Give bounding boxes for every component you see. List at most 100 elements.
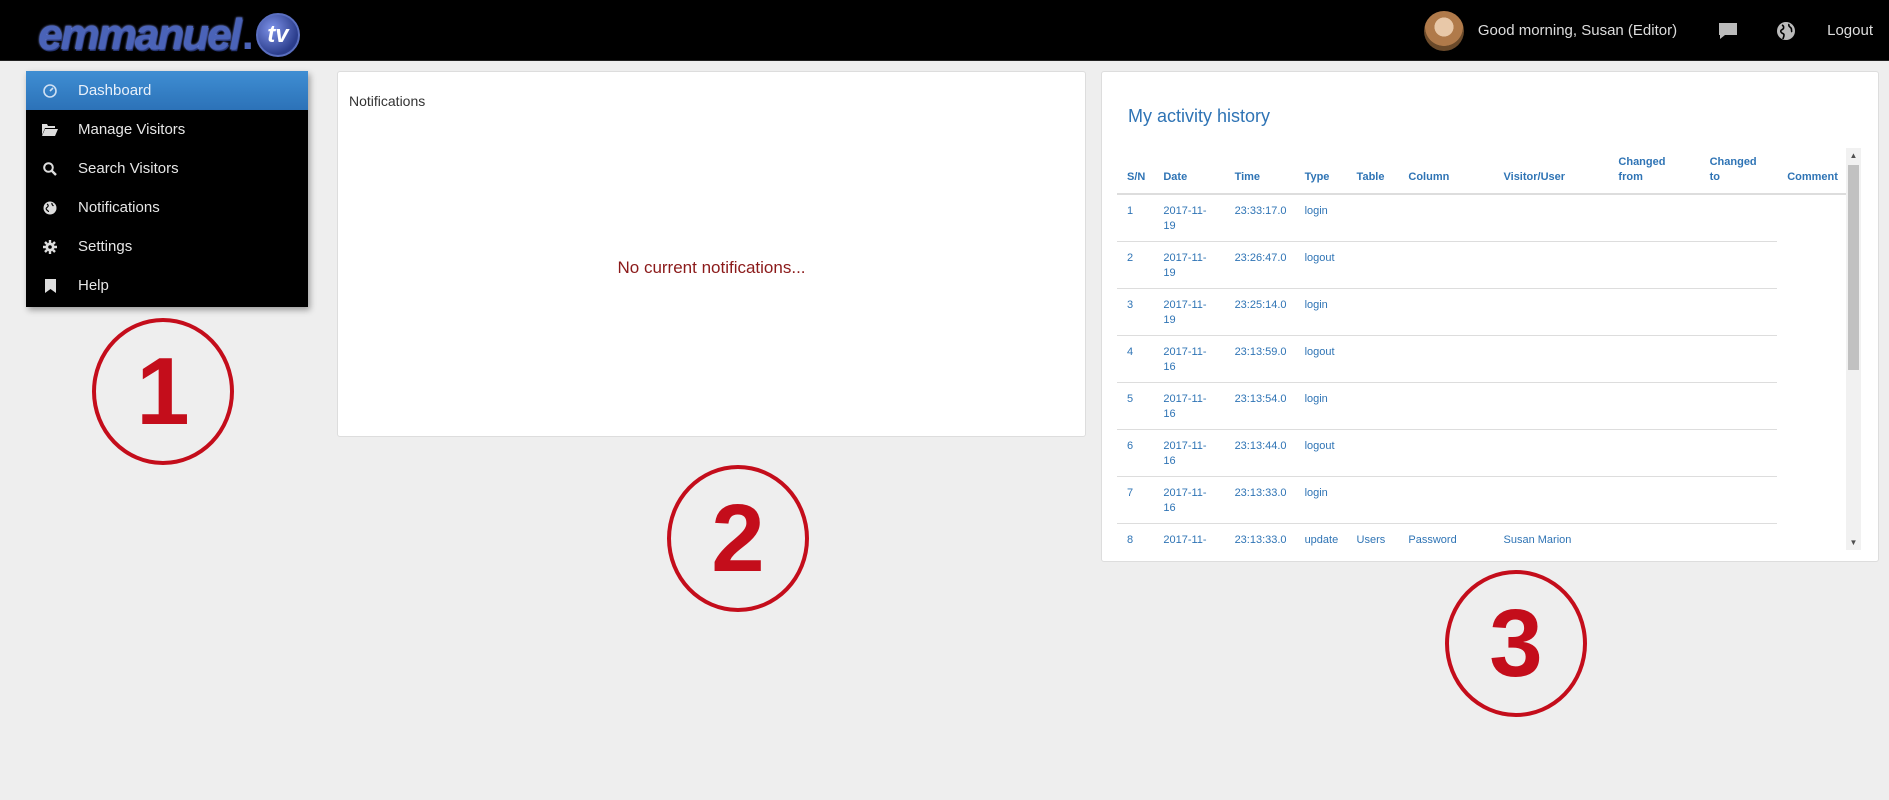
table-cell: logout xyxy=(1294,335,1347,383)
column-header[interactable]: Changed to xyxy=(1699,148,1778,195)
sidebar: Dashboard Manage Visitors Search Visitor… xyxy=(26,71,308,307)
table-cell xyxy=(1777,288,1846,335)
table-cell: 23:33:17.0 xyxy=(1224,194,1295,242)
sidebar-item-label: Search Visitors xyxy=(78,160,179,177)
table-cell xyxy=(1608,194,1700,242)
brand-logo[interactable]: emmanuel . tv xyxy=(38,10,300,59)
activity-table-container[interactable]: S/N Date Time Type Table Column Visitor/User Ch… xyxy=(1117,148,1861,550)
gear-icon xyxy=(42,239,58,255)
table-row[interactable]: 8 2017-11- 23:13:33.0 update Users Password Su… xyxy=(1117,523,1846,550)
table-cell: update xyxy=(1304,533,1339,546)
table-header-row: S/N Date Time Type Table Column Visitor/User Ch… xyxy=(1117,148,1846,195)
table-cell xyxy=(1398,476,1494,524)
sidebar-item-manage-visitors[interactable]: Manage Visitors xyxy=(26,110,308,149)
table-cell xyxy=(1398,241,1494,289)
globe-icon[interactable] xyxy=(1775,20,1797,42)
table-cell: 23:13:59.0 xyxy=(1224,335,1295,383)
scroll-up-icon[interactable]: ▲ xyxy=(1846,148,1861,163)
table-cell xyxy=(1346,476,1399,524)
table-cell: 2017-11-16 xyxy=(1153,429,1225,477)
annotation-circle-3: 3 xyxy=(1445,570,1587,717)
column-header[interactable]: Visitor/User xyxy=(1493,148,1609,195)
table-cell: 2017-11-19 xyxy=(1153,194,1225,242)
table-cell xyxy=(1398,382,1494,430)
table-cell xyxy=(1398,429,1494,477)
column-header[interactable]: Changed from xyxy=(1608,148,1700,195)
table-row[interactable]: 5 2017-11-16 23:13:54.0 login xyxy=(1117,382,1846,430)
avatar[interactable] xyxy=(1423,10,1464,51)
scrollbar-thumb[interactable] xyxy=(1848,165,1859,370)
notifications-empty-message: No current notifications... xyxy=(617,258,806,277)
column-header[interactable]: Date xyxy=(1153,148,1225,195)
search-icon xyxy=(42,161,58,177)
table-cell: 2017-11-19 xyxy=(1153,241,1225,289)
sidebar-item-label: Help xyxy=(78,277,109,294)
sidebar-item-help[interactable]: Help xyxy=(26,266,308,305)
table-cell: login xyxy=(1294,288,1347,336)
table-row[interactable]: 7 2017-11-16 23:13:33.0 login xyxy=(1117,476,1846,524)
column-header[interactable]: Type xyxy=(1294,148,1347,195)
table-cell xyxy=(1700,523,1778,550)
table-cell: Users xyxy=(1356,533,1386,546)
sidebar-item-search-visitors[interactable]: Search Visitors xyxy=(26,149,308,188)
column-header[interactable]: Time xyxy=(1224,148,1295,195)
table-cell: 3 xyxy=(1117,288,1154,336)
table-cell xyxy=(1777,382,1846,429)
table-cell: 5 xyxy=(1117,382,1154,430)
column-header[interactable]: Table xyxy=(1346,148,1399,195)
table-cell xyxy=(1346,194,1399,242)
sidebar-item-label: Manage Visitors xyxy=(78,121,186,138)
table-row[interactable]: 2 2017-11-19 23:26:47.0 logout xyxy=(1117,241,1846,289)
table-cell: 6 xyxy=(1117,429,1154,477)
table-cell xyxy=(1777,241,1846,288)
table-cell: 2017-11-16 xyxy=(1153,382,1225,430)
table-cell xyxy=(1608,335,1700,383)
chat-icon[interactable] xyxy=(1717,20,1739,42)
column-header[interactable]: S/N xyxy=(1117,148,1154,195)
table-cell xyxy=(1493,335,1609,383)
column-header[interactable]: Column xyxy=(1398,148,1494,195)
folder-open-icon xyxy=(42,122,58,138)
table-cell xyxy=(1346,382,1399,430)
table-row[interactable]: 1 2017-11-19 23:33:17.0 login xyxy=(1117,194,1846,242)
table-cell xyxy=(1699,194,1778,242)
table-row[interactable]: 6 2017-11-16 23:13:44.0 logout xyxy=(1117,429,1846,477)
table-row[interactable]: 3 2017-11-19 23:25:14.0 login xyxy=(1117,288,1846,336)
table-cell: 23:13:54.0 xyxy=(1224,382,1295,430)
table-row[interactable]: 4 2017-11-16 23:13:59.0 logout xyxy=(1117,335,1846,383)
table-cell: 1 xyxy=(1117,194,1154,242)
table-cell: 2017-11- xyxy=(1163,533,1207,546)
table-cell: 7 xyxy=(1117,476,1154,524)
table-cell xyxy=(1346,241,1399,289)
table-cell: 2 xyxy=(1117,241,1154,289)
table-cell xyxy=(1777,523,1846,550)
annotation-circle-2: 2 xyxy=(667,465,809,612)
table-scrollbar[interactable]: ▲ ▼ xyxy=(1846,148,1861,550)
table-cell xyxy=(1493,194,1609,242)
scroll-down-icon[interactable]: ▼ xyxy=(1846,535,1861,550)
sidebar-item-notifications[interactable]: Notifications xyxy=(26,188,308,227)
table-cell xyxy=(1608,382,1700,430)
table-cell xyxy=(1699,476,1778,524)
table-cell xyxy=(1398,194,1494,242)
sidebar-item-label: Settings xyxy=(78,238,133,255)
table-cell: 4 xyxy=(1117,335,1154,383)
table-cell xyxy=(1493,288,1609,336)
column-header[interactable]: Comment xyxy=(1777,148,1846,195)
table-cell xyxy=(1493,382,1609,430)
table-cell: login xyxy=(1294,476,1347,524)
table-cell xyxy=(1608,429,1700,477)
logout-link[interactable]: Logout xyxy=(1827,22,1873,39)
sidebar-item-dashboard[interactable]: Dashboard xyxy=(26,71,308,110)
table-cell: 23:13:44.0 xyxy=(1224,429,1295,477)
table-cell xyxy=(1493,241,1609,289)
table-cell xyxy=(1398,288,1494,336)
table-cell xyxy=(1777,335,1846,382)
table-cell: logout xyxy=(1294,241,1347,289)
notifications-title: Notifications xyxy=(349,93,426,109)
table-cell xyxy=(1608,476,1700,524)
table-cell xyxy=(1699,241,1778,289)
table-cell: Susan Marion xyxy=(1503,533,1572,546)
sidebar-item-settings[interactable]: Settings xyxy=(26,227,308,266)
activity-title: My activity history xyxy=(1128,106,1271,126)
